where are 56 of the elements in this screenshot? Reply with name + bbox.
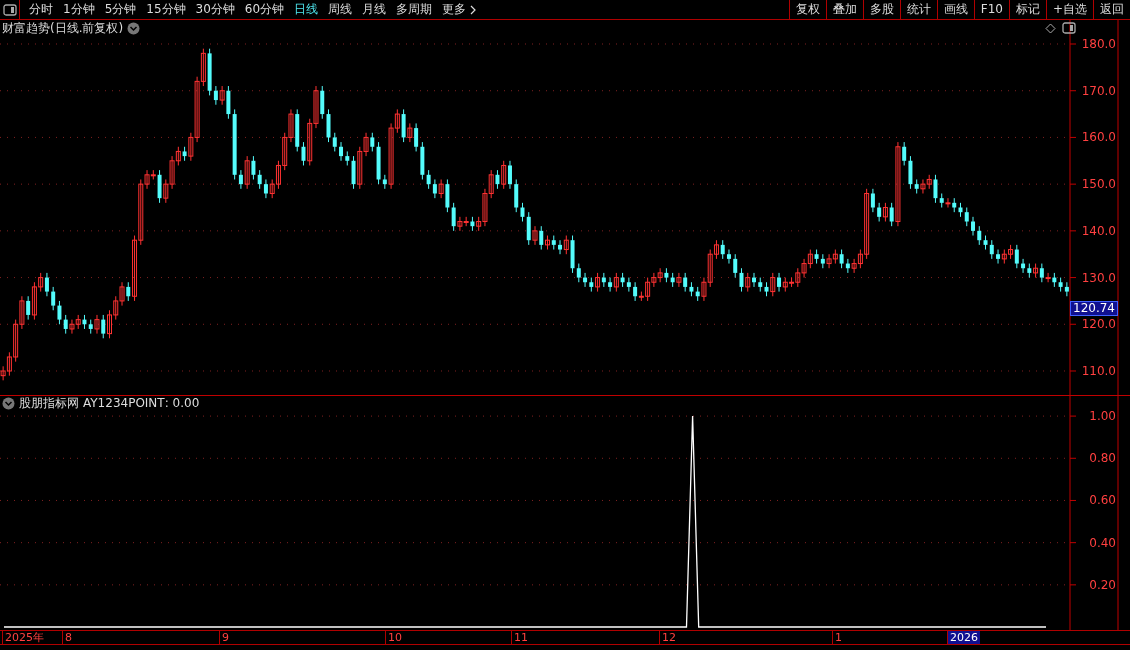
- layout-toggle-button[interactable]: [0, 0, 20, 19]
- candle: [727, 249, 731, 265]
- timeline-label: 12: [659, 631, 678, 644]
- toolbar-button[interactable]: 统计: [899, 0, 937, 19]
- chart-title: 财富趋势(日线.前复权): [2, 20, 124, 36]
- period-tab[interactable]: 周线: [323, 0, 358, 19]
- period-tab[interactable]: 15分钟: [141, 0, 191, 19]
- chevron-icon: [469, 4, 478, 15]
- price-axis-label: 140.0: [1081, 223, 1116, 238]
- indicator-name: AY1234POINT: [83, 395, 165, 411]
- timeline-label: 8: [62, 631, 74, 644]
- toolbar-button[interactable]: F10: [973, 0, 1009, 19]
- period-tab[interactable]: 分时: [24, 0, 58, 19]
- price-axis-label: 120.0: [1081, 317, 1116, 332]
- price-axis-label: 180.0: [1081, 37, 1116, 51]
- panel-icon: [2, 3, 17, 16]
- diamond-icon[interactable]: [1045, 22, 1056, 34]
- toolbar-button[interactable]: 叠加: [825, 0, 863, 19]
- panel-icon[interactable]: [1062, 22, 1076, 34]
- price-axis-label: 130.0: [1081, 270, 1116, 285]
- period-tab[interactable]: 60分钟: [239, 0, 290, 19]
- dropdown-icon[interactable]: [2, 396, 15, 410]
- toolbar-button[interactable]: 多股: [862, 0, 900, 19]
- timeline-label: 2025年: [2, 631, 46, 644]
- period-tab[interactable]: 月线: [357, 0, 392, 19]
- candle: [339, 141, 343, 162]
- timeline-label: 1: [832, 631, 844, 644]
- toolbar-button[interactable]: +自选: [1045, 0, 1093, 19]
- price-axis-label: 160.0: [1081, 130, 1116, 145]
- timeline-label: 10: [385, 631, 404, 644]
- toolbar-button[interactable]: 返回: [1093, 0, 1130, 19]
- period-tab[interactable]: 日线: [289, 0, 324, 19]
- timeline-label: 2026: [947, 631, 980, 644]
- candle: [971, 216, 975, 237]
- toolbar-button[interactable]: 画线: [936, 0, 974, 19]
- indicator-reading: : 0.00: [164, 395, 200, 411]
- indicator-axis-label: 0.20: [1089, 577, 1116, 592]
- toolbar-button[interactable]: 标记: [1008, 0, 1046, 19]
- price-axis-label: 170.0: [1081, 83, 1116, 98]
- price-axis-label: 150.0: [1081, 177, 1116, 192]
- timeline-label: 9: [219, 631, 231, 644]
- indicator-axis-label: 0.60: [1089, 493, 1116, 508]
- period-tab[interactable]: 更多: [437, 0, 483, 19]
- indicator-source: 股朋指标网: [19, 395, 79, 411]
- period-tab[interactable]: 5分钟: [99, 0, 142, 19]
- current-price-label: 120.74: [1070, 301, 1118, 316]
- price-axis-label: 110.0: [1081, 364, 1116, 378]
- indicator-axis-label: 1.00: [1089, 409, 1116, 424]
- period-tab[interactable]: 多周期: [391, 0, 438, 19]
- dropdown-icon[interactable]: [127, 21, 141, 35]
- toolbar-button[interactable]: 复权: [788, 0, 826, 19]
- indicator-axis-label: 0.40: [1089, 535, 1116, 550]
- period-tab[interactable]: 1分钟: [58, 0, 100, 19]
- period-tab[interactable]: 30分钟: [190, 0, 240, 19]
- timeline-label: 11: [511, 631, 530, 644]
- indicator-axis-label: 0.80: [1089, 451, 1116, 466]
